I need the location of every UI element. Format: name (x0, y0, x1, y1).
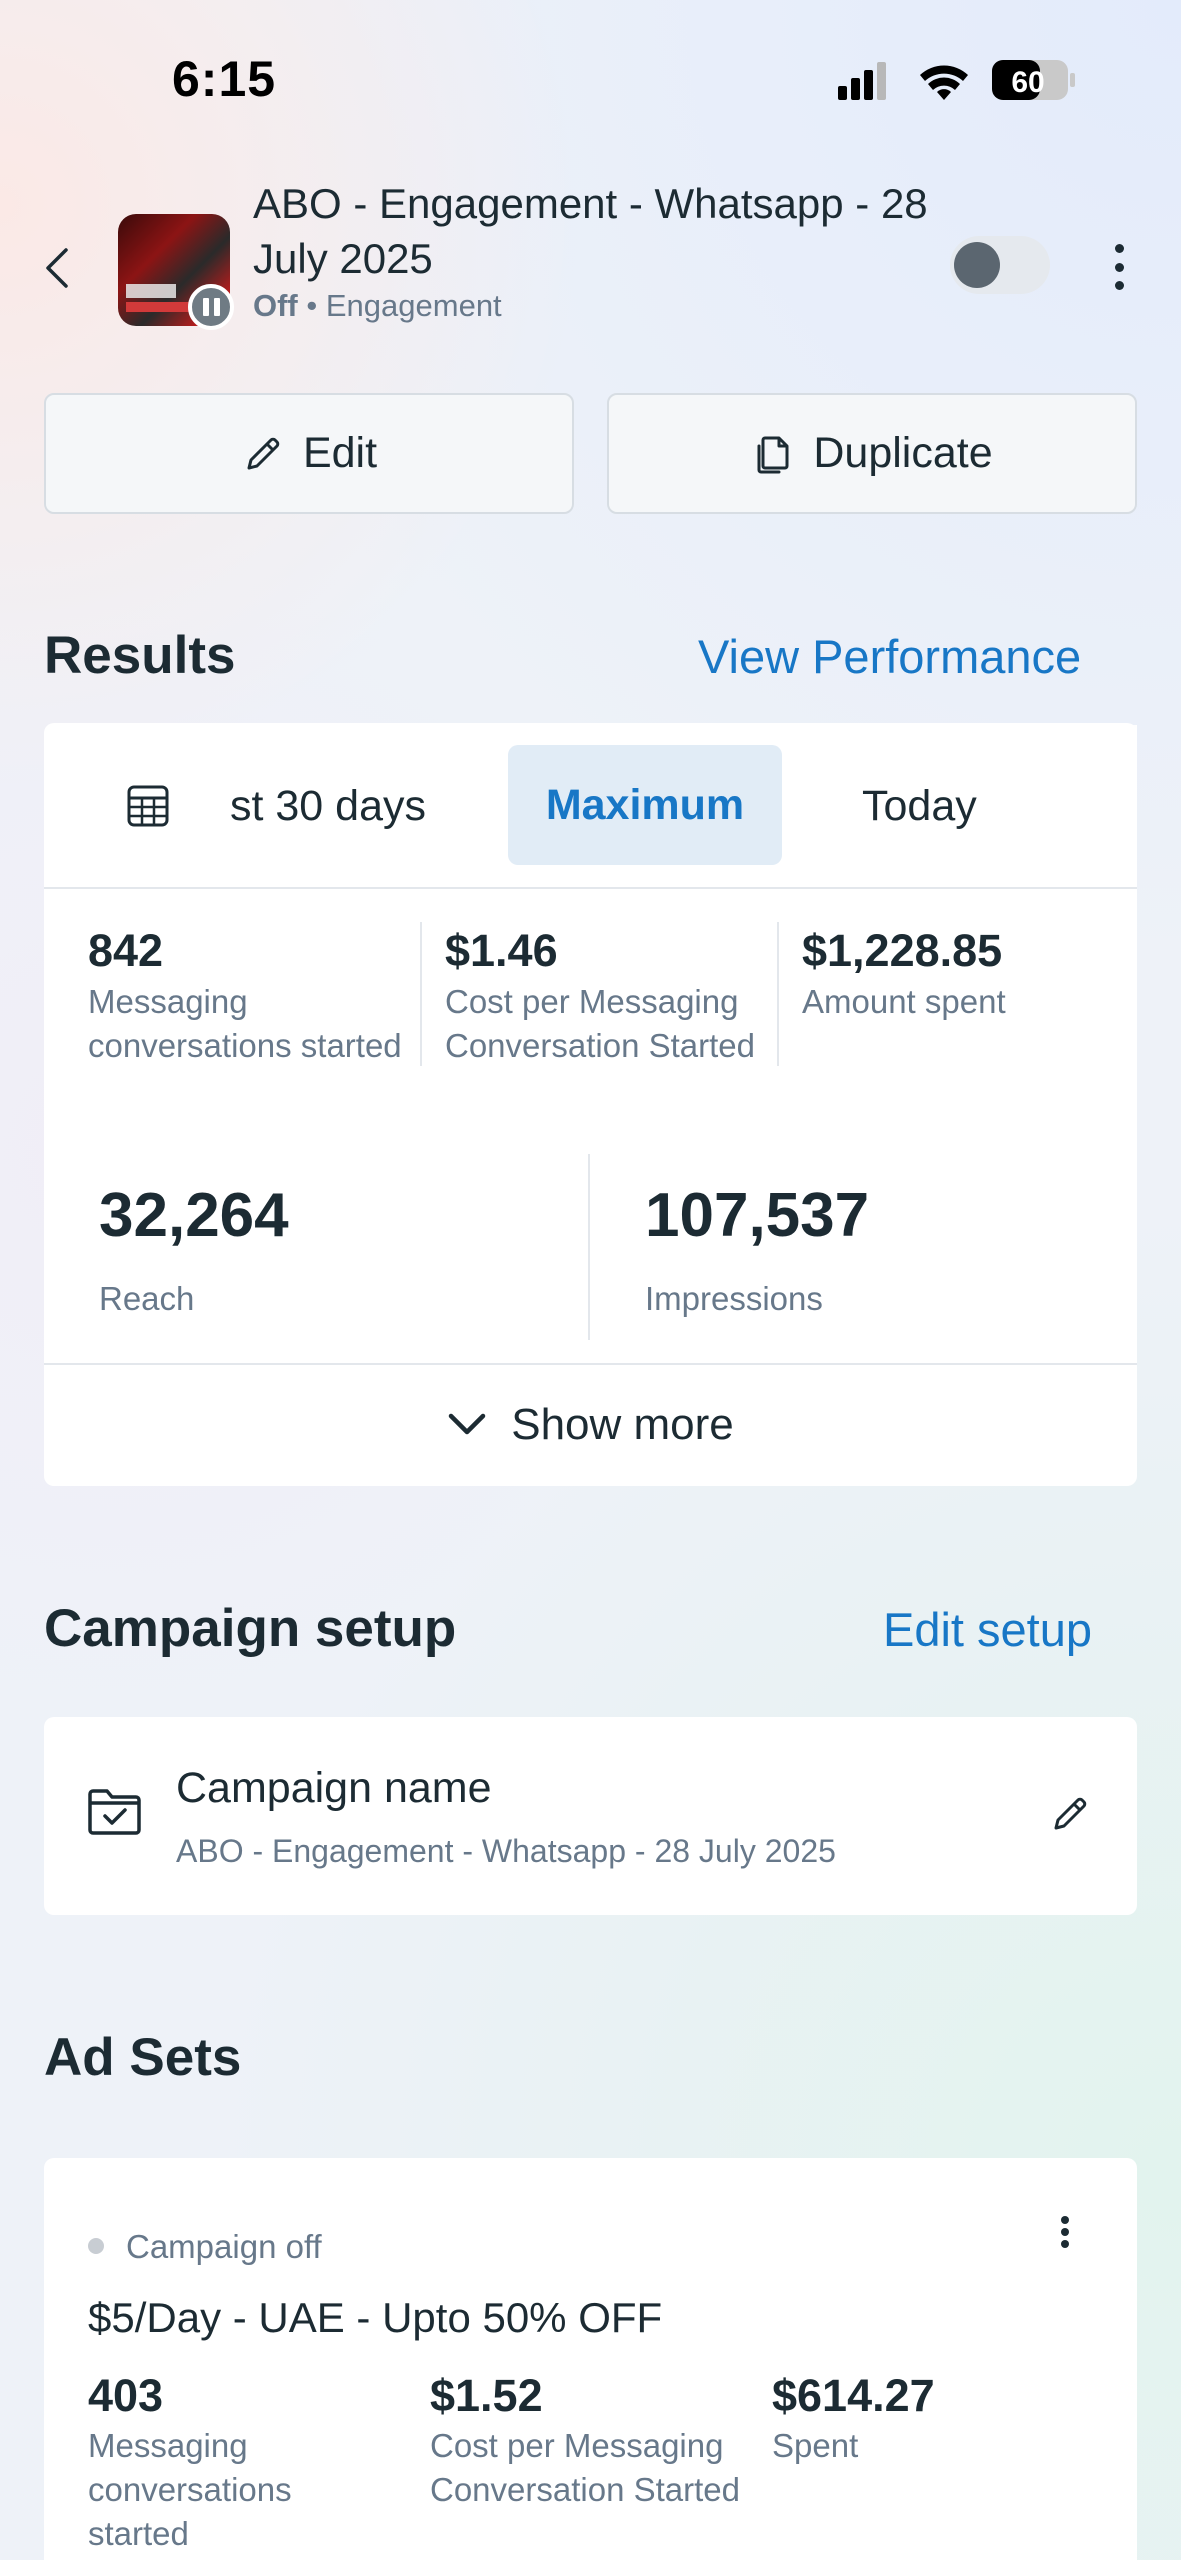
metric-cost-value: $1.46 (445, 925, 558, 976)
campaign-name-label: Campaign name (176, 1764, 492, 1812)
status-time: 6:15 (172, 51, 277, 107)
edit-label: Edit (302, 429, 378, 477)
metric-spent-value: $1,228.85 (802, 925, 1003, 976)
ad-set-spent-label: Spent (772, 2427, 859, 2464)
back-icon[interactable] (40, 244, 76, 292)
ad-set-cost-value: $1.52 (430, 2370, 543, 2421)
status-icons: 60 (838, 60, 1075, 100)
wifi-icon (920, 65, 968, 100)
tabs-fade (1090, 725, 1137, 887)
edit-setup-link[interactable]: Edit setup (883, 1602, 1092, 1657)
ad-sets-heading: Ad Sets (44, 2028, 242, 2087)
ad-set-more-icon[interactable] (1050, 2212, 1080, 2252)
pencil-icon[interactable] (1048, 1792, 1092, 1836)
edit-button[interactable]: Edit (44, 393, 574, 514)
campaign-setup-heading: Campaign setup (44, 1599, 457, 1658)
reach-value: 32,264 (99, 1181, 289, 1250)
tab-today[interactable]: Today (862, 782, 977, 831)
duplicate-label: Duplicate (813, 429, 993, 477)
campaign-name-value: ABO - Engagement - Whatsapp - 28 July 20… (176, 1833, 836, 1869)
more-options-icon[interactable] (1104, 240, 1134, 294)
ad-set-cost-label: Cost per Messaging Conversation Started (430, 2427, 741, 2508)
ad-set-spent-value: $614.27 (772, 2370, 935, 2421)
campaign-toggle[interactable] (950, 236, 1050, 294)
campaign-status: Off (253, 288, 298, 323)
chevron-down-icon (448, 1413, 486, 1435)
duplicate-button[interactable]: Duplicate (607, 393, 1137, 514)
duplicate-icon (757, 436, 789, 473)
tab-maximum[interactable]: Maximum (508, 745, 782, 865)
metric-divider (588, 1154, 590, 1340)
subtitle-separator: • (306, 288, 318, 323)
view-performance-link[interactable]: View Performance (698, 629, 1081, 684)
pencil-icon (247, 437, 280, 469)
results-heading: Results (44, 626, 236, 685)
campaign-subtitle: Off • Engagement (253, 288, 502, 324)
metric-conversations-label: Messaging conversations started (88, 983, 402, 1064)
ad-set-conversations-value: 403 (88, 2370, 164, 2421)
tab-last-30-days[interactable]: st 30 days (230, 782, 426, 831)
ad-set-status: Campaign off (126, 2228, 322, 2265)
folder-check-icon (88, 1789, 141, 1835)
status-dot (88, 2238, 104, 2254)
pause-icon (188, 284, 234, 330)
metric-divider (420, 922, 422, 1066)
svg-text:60: 60 (1011, 66, 1044, 99)
metric-cost-label: Cost per Messaging Conversation Started (445, 983, 756, 1064)
campaign-title: ABO - Engagement - Whatsapp - 28 July 20… (253, 180, 928, 282)
metric-spent-label: Amount spent (802, 983, 1006, 1020)
impressions-label: Impressions (645, 1280, 823, 1317)
ad-set-conversations-label: Messaging conversations started (88, 2427, 292, 2552)
signal-icon (838, 62, 886, 100)
show-more-label: Show more (511, 1400, 734, 1449)
show-more-button[interactable]: Show more (44, 1365, 1137, 1485)
calendar-icon[interactable] (125, 783, 171, 829)
ad-set-name: $5/Day - UAE - Upto 50% OFF (88, 2294, 663, 2341)
impressions-value: 107,537 (645, 1181, 870, 1250)
metric-divider (777, 922, 779, 1066)
reach-label: Reach (99, 1280, 195, 1317)
metric-conversations-value: 842 (88, 925, 164, 976)
campaign-objective: Engagement (325, 288, 502, 323)
battery-icon: 60 (992, 60, 1075, 100)
campaign-name-card[interactable] (44, 1717, 1137, 1915)
